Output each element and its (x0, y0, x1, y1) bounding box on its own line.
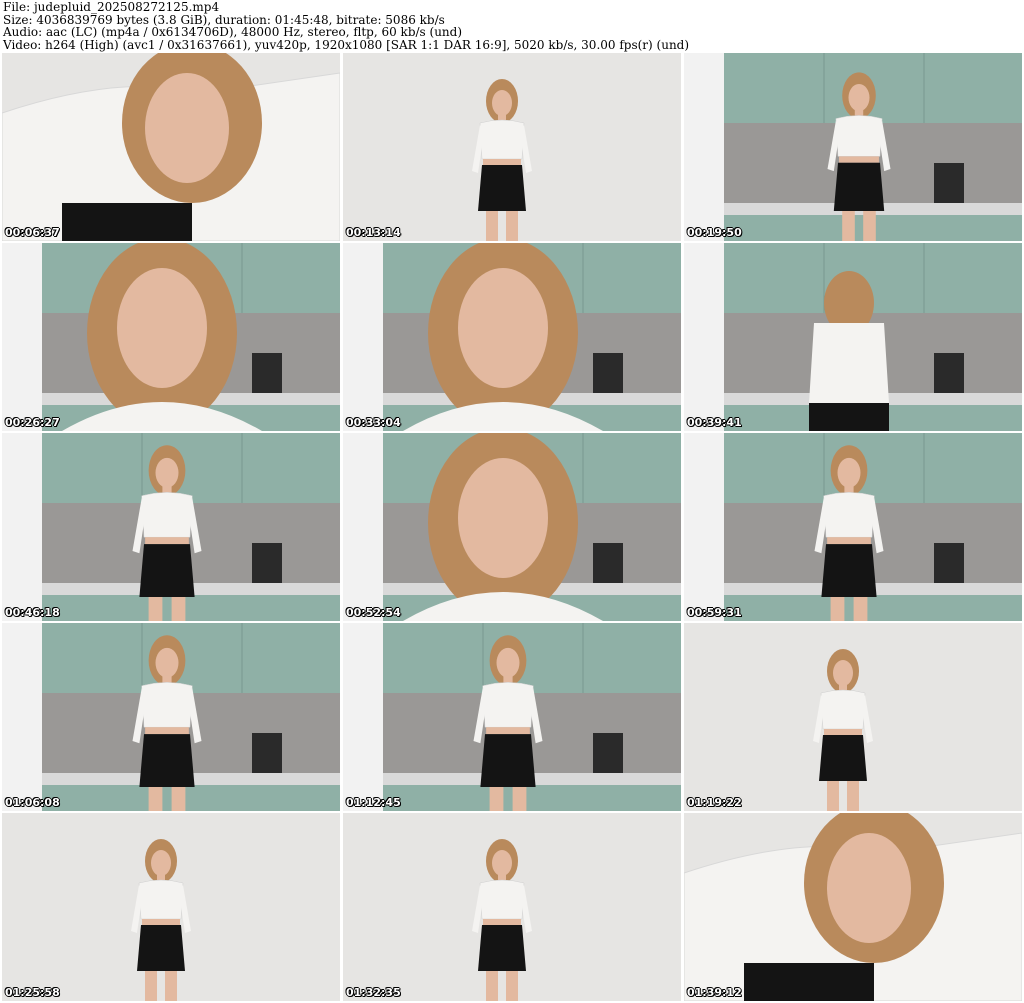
video-thumbnail: 00:52:54 (343, 433, 681, 621)
file-name-line: File: judepluid_202508272125.mp4 (3, 0, 220, 14)
thumbnail-timestamp: 00:33:04 (346, 416, 401, 429)
thumbnail-timestamp: 00:13:14 (346, 226, 401, 239)
thumbnail-timestamp: 00:59:31 (687, 606, 742, 619)
thumbnail-timestamp: 00:52:54 (346, 606, 401, 619)
thumbnail-timestamp: 00:19:50 (687, 226, 742, 239)
thumbnail-frame-image (684, 53, 1022, 241)
audio-info-line: Audio: aac (LC) (mp4a / 0x6134706D), 480… (3, 25, 463, 40)
thumbnail-frame-image (2, 243, 340, 431)
file-info-header: File: judepluid_202508272125.mp4 Size: 4… (3, 1, 1021, 53)
video-thumbnail: 00:46:18 (2, 433, 340, 621)
thumbnail-frame-image (684, 623, 1022, 811)
video-thumbnail: 00:13:14 (343, 53, 681, 241)
thumbnail-timestamp: 01:25:58 (5, 986, 60, 999)
thumbnail-frame-image (343, 433, 681, 621)
thumbnail-timestamp: 01:12:45 (346, 796, 401, 809)
video-thumbnail: 01:19:22 (684, 623, 1022, 811)
thumbnail-grid: 00:06:37 00:13:14 00:19:50 00:26:27 00:33:04… (2, 53, 1022, 1003)
video-thumbnail: 01:25:58 (2, 813, 340, 1001)
video-thumbnail: 01:12:45 (343, 623, 681, 811)
thumbnail-frame-image (2, 433, 340, 621)
thumbnail-timestamp: 00:39:41 (687, 416, 742, 429)
thumbnail-timestamp: 00:46:18 (5, 606, 60, 619)
video-thumbnail: 00:06:37 (2, 53, 340, 241)
video-thumbnail: 01:06:08 (2, 623, 340, 811)
thumbnail-timestamp: 01:32:35 (346, 986, 401, 999)
video-thumbnail: 00:39:41 (684, 243, 1022, 431)
thumbnail-frame-image (684, 243, 1022, 431)
thumbnail-timestamp: 01:19:22 (687, 796, 742, 809)
video-thumbnail: 01:39:12 (684, 813, 1022, 1001)
video-info-line: Video: h264 (High) (avc1 / 0x31637661), … (3, 37, 690, 52)
thumbnail-frame-image (343, 623, 681, 811)
video-thumbnail: 00:26:27 (2, 243, 340, 431)
thumbnail-frame-image (684, 813, 1022, 1001)
video-thumbnail: 00:33:04 (343, 243, 681, 431)
thumbnail-timestamp: 00:26:27 (5, 416, 60, 429)
video-thumbnail: 00:59:31 (684, 433, 1022, 621)
thumbnail-frame-image (343, 813, 681, 1001)
thumbnail-frame-image (684, 433, 1022, 621)
thumbnail-frame-image (2, 53, 340, 241)
thumbnail-frame-image (343, 243, 681, 431)
thumbnail-timestamp: 01:06:08 (5, 796, 60, 809)
thumbnail-frame-image (343, 53, 681, 241)
thumbnail-frame-image (2, 623, 340, 811)
thumbnail-timestamp: 01:39:12 (687, 986, 742, 999)
video-thumbnail: 01:32:35 (343, 813, 681, 1001)
thumbnail-timestamp: 00:06:37 (5, 226, 60, 239)
video-thumbnail: 00:19:50 (684, 53, 1022, 241)
thumbnail-frame-image (2, 813, 340, 1001)
